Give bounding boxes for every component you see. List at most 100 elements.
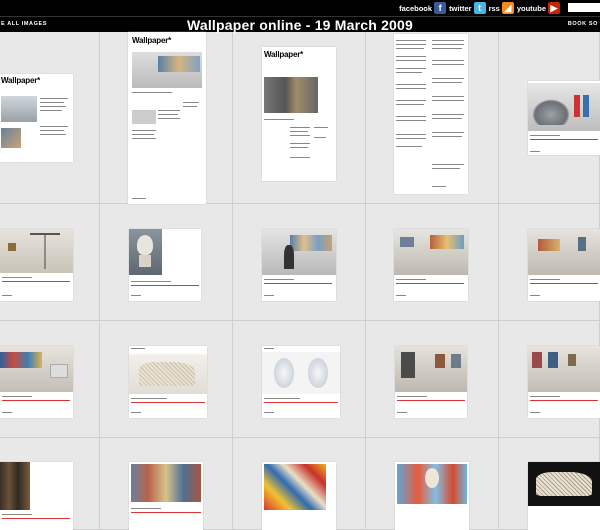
artwork-photo <box>1 128 21 148</box>
text-line <box>432 100 464 101</box>
text-line <box>396 84 426 85</box>
wallpaper-logo: Wallpaper* <box>1 76 41 85</box>
text-line <box>530 279 560 280</box>
artwork-photo <box>264 464 326 510</box>
thumbnail-cell[interactable] <box>233 438 366 530</box>
magazine-page <box>262 462 336 530</box>
thumbnail-cell[interactable]: Wallpaper* <box>100 32 233 204</box>
mask-sculpture <box>425 468 439 488</box>
sculpture-photo <box>532 99 570 125</box>
thumbnail-cell[interactable] <box>0 321 100 438</box>
magazine-page <box>395 346 467 418</box>
youtube-label: youtube <box>516 3 546 13</box>
divider <box>397 400 465 401</box>
text-line <box>396 56 426 57</box>
text-line <box>432 96 464 97</box>
thumbnail-cell[interactable] <box>499 321 600 438</box>
text-line <box>40 110 62 111</box>
thumbnail-cell[interactable] <box>233 204 366 321</box>
figure-photo <box>574 95 580 117</box>
twitter-icon: t <box>473 2 486 14</box>
gallery-photo <box>1 96 37 122</box>
text-line <box>131 412 141 413</box>
text-line <box>290 143 310 144</box>
search-input[interactable] <box>568 3 600 12</box>
thumbnail-cell[interactable] <box>100 321 233 438</box>
divider <box>131 402 205 403</box>
thumbnail-cell[interactable] <box>233 321 366 438</box>
text-line <box>40 130 64 131</box>
thumbnail-cell[interactable] <box>366 321 499 438</box>
text-line <box>264 279 294 280</box>
text-line <box>40 98 68 99</box>
text-line <box>2 396 32 397</box>
text-line <box>131 348 145 349</box>
text-line <box>530 396 560 397</box>
text-line <box>432 132 464 133</box>
text-line <box>396 279 426 280</box>
text-line <box>432 136 462 137</box>
text-line <box>158 118 180 119</box>
text-line <box>432 40 464 41</box>
text-line <box>396 295 406 296</box>
magazine-page: Wallpaper* <box>128 32 206 204</box>
facebook-link[interactable]: facebook f <box>399 2 447 14</box>
thumbnail-cell[interactable]: Wallpaper* <box>233 32 366 204</box>
thumbnail-cell[interactable] <box>366 438 499 530</box>
thumbnail-cell[interactable] <box>499 204 600 321</box>
text-line <box>131 508 161 509</box>
text-line <box>396 72 422 73</box>
cabinet-sculpture <box>401 352 415 378</box>
text-line <box>264 348 274 349</box>
text-line <box>432 48 462 49</box>
thumbnail-cell[interactable] <box>0 204 100 321</box>
text-line <box>432 44 464 45</box>
thumbnail-cell[interactable] <box>100 438 233 530</box>
thumbnail-cell[interactable] <box>0 438 100 530</box>
thumbnail-cell[interactable]: Wallpaper* <box>0 32 100 204</box>
text-line <box>2 412 12 413</box>
magazine-page: Wallpaper* <box>262 47 336 181</box>
text-line <box>264 412 274 413</box>
portrait-photo <box>264 77 318 113</box>
book-shop-link[interactable]: BOOK SO <box>568 21 598 27</box>
text-line <box>397 412 407 413</box>
magazine-page <box>129 229 201 301</box>
rss-link[interactable]: rss ◢ <box>489 2 514 14</box>
divider <box>264 402 338 403</box>
text-line <box>183 106 197 107</box>
text-line <box>530 135 560 136</box>
text-line <box>132 130 156 131</box>
divider <box>264 283 332 284</box>
text-line <box>314 137 326 138</box>
thumbnail-cell[interactable] <box>499 32 600 204</box>
text-line <box>432 64 464 65</box>
magazine-page <box>262 229 336 301</box>
thumbnail-cell[interactable] <box>366 32 499 204</box>
text-line <box>396 138 426 139</box>
head-sculpture <box>137 235 153 255</box>
magazine-page <box>0 346 73 418</box>
artwork-photo <box>532 352 542 368</box>
text-line <box>40 106 66 107</box>
thumbnail-cell[interactable] <box>499 438 600 530</box>
magazine-page <box>0 462 73 530</box>
text-line <box>396 68 426 69</box>
thumbnail-cell[interactable] <box>366 204 499 321</box>
page-title: Wallpaper online - 19 March 2009 <box>186 17 414 33</box>
social-links: facebook f twitter t rss ◢ youtube ▶ <box>399 1 560 15</box>
youtube-link[interactable]: youtube ▶ <box>517 2 560 14</box>
twitter-link[interactable]: twitter t <box>449 2 486 14</box>
magazine-page: Wallpaper* <box>0 74 73 162</box>
magazine-page <box>528 229 600 301</box>
wallpaper-logo: Wallpaper* <box>264 50 304 59</box>
artwork-photo <box>131 464 201 502</box>
artwork-photo <box>538 239 560 251</box>
figure-photo <box>284 245 294 269</box>
rss-label: rss <box>488 3 500 13</box>
youtube-icon: ▶ <box>548 2 560 14</box>
text-line <box>290 135 310 136</box>
thumbnail-cell[interactable] <box>100 204 233 321</box>
text-line <box>2 277 32 278</box>
text-line <box>132 138 156 139</box>
